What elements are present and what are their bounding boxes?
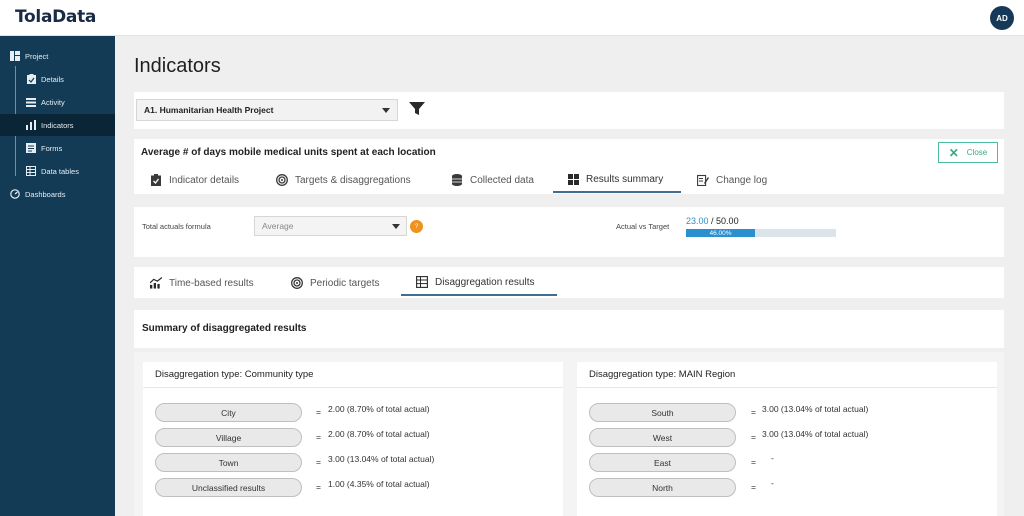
- disaggregation-label-pill: South: [589, 403, 736, 422]
- sidebar-item-label: Activity: [41, 97, 65, 107]
- top-bar: TolaData AD: [0, 0, 1024, 36]
- sidebar-item-dashboards[interactable]: Dashboards: [0, 183, 115, 205]
- actual-vs-target-label: Actual vs Target: [616, 222, 670, 231]
- tab-label: Periodic targets: [310, 277, 380, 289]
- trend-chart-icon: [150, 277, 162, 289]
- help-icon[interactable]: ?: [410, 220, 423, 233]
- form-icon: [26, 143, 36, 153]
- disaggregation-value: 2.00 (8.70% of total actual): [328, 404, 430, 414]
- disaggregation-value: 1.00 (4.35% of total actual): [328, 479, 430, 489]
- clipboard-check-icon: [150, 174, 162, 186]
- page-title: Indicators: [134, 55, 221, 77]
- tab-collected-data[interactable]: Collected data: [451, 167, 534, 193]
- table-icon: [416, 276, 428, 288]
- equals-sign: =: [751, 407, 756, 417]
- formula-label: Total actuals formula: [142, 222, 211, 231]
- disaggregation-label-pill: Town: [155, 453, 302, 472]
- bar-chart-icon: [26, 120, 36, 130]
- equals-sign: =: [751, 432, 756, 442]
- tab-label: Indicator details: [169, 174, 240, 186]
- database-icon: [451, 174, 463, 186]
- disaggregation-value: -: [771, 478, 774, 488]
- sidebar-item-data-tables[interactable]: Data tables: [0, 160, 115, 182]
- project-icon: [10, 51, 20, 61]
- disaggregation-label-pill: North: [589, 478, 736, 497]
- sidebar-item-label: Indicators: [41, 120, 74, 130]
- activity-icon: [26, 97, 36, 107]
- sidebar-item-indicators[interactable]: Indicators: [0, 114, 115, 136]
- equals-sign: =: [316, 432, 321, 442]
- disaggregation-value: 2.00 (8.70% of total actual): [328, 429, 430, 439]
- disaggregation-value: 3.00 (13.04% of total actual): [762, 404, 869, 414]
- formula-select-value: Average: [262, 221, 294, 231]
- disaggregation-type-title: Disaggregation type: MAIN Region: [589, 369, 736, 380]
- sidebar-item-label: Details: [41, 74, 64, 84]
- sidebar-item-label: Forms: [41, 143, 63, 153]
- actual-vs-target-values: 23.00 / 50.00: [686, 216, 739, 226]
- divider: [577, 387, 997, 388]
- target-icon: [276, 174, 288, 186]
- tab-results-summary[interactable]: Results summary: [553, 167, 681, 193]
- formula-select[interactable]: Average: [254, 216, 407, 236]
- close-icon: ✕: [948, 145, 959, 160]
- section-title: Summary of disaggregated results: [142, 323, 307, 334]
- progress-bar-fill: 46.00%: [686, 229, 755, 237]
- tab-time-based-results[interactable]: Time-based results: [150, 270, 254, 296]
- tab-label: Disaggregation results: [435, 276, 535, 288]
- project-select[interactable]: A1. Humanitarian Health Project: [136, 99, 398, 121]
- disaggregation-label-pill: Village: [155, 428, 302, 447]
- equals-sign: =: [316, 482, 321, 492]
- progress-percent: 46.00%: [709, 229, 732, 237]
- sidebar-item-label: Data tables: [41, 166, 79, 176]
- disaggregation-value: 3.00 (13.04% of total actual): [762, 429, 869, 439]
- equals-sign: =: [751, 482, 756, 492]
- equals-sign: =: [316, 457, 321, 467]
- actual-value: 23.00: [686, 216, 709, 226]
- grid-icon: [567, 173, 579, 185]
- tab-periodic-targets[interactable]: Periodic targets: [291, 270, 379, 296]
- tab-indicator-details[interactable]: Indicator details: [150, 167, 239, 193]
- progress-bar: 46.00%: [686, 229, 836, 237]
- tab-disaggregation-results[interactable]: Disaggregation results: [401, 270, 557, 296]
- indicator-name: Average # of days mobile medical units s…: [141, 147, 436, 158]
- sidebar-item-project[interactable]: Project: [0, 45, 115, 67]
- divider: [143, 387, 563, 388]
- disaggregation-value: 3.00 (13.04% of total actual): [328, 454, 435, 464]
- dashboard-icon: [10, 189, 20, 199]
- equals-sign: =: [316, 407, 321, 417]
- tab-label: Targets & disaggregations: [295, 174, 411, 186]
- disaggregation-label-pill: East: [589, 453, 736, 472]
- results-tabs-bar: [134, 267, 1004, 298]
- chevron-down-icon: [392, 224, 400, 229]
- tab-targets-disaggregations[interactable]: Targets & disaggregations: [276, 167, 411, 193]
- sidebar-item-label: Dashboards: [25, 189, 66, 199]
- table-icon: [26, 166, 36, 176]
- sidebar-item-activity[interactable]: Activity: [0, 91, 115, 113]
- sidebar-item-forms[interactable]: Forms: [0, 137, 115, 159]
- chevron-down-icon: [382, 108, 390, 113]
- tab-change-log[interactable]: Change log: [697, 167, 767, 193]
- sidebar-item-details[interactable]: Details: [0, 68, 115, 90]
- equals-sign: =: [751, 457, 756, 467]
- user-avatar[interactable]: AD: [990, 6, 1014, 30]
- project-select-value: A1. Humanitarian Health Project: [144, 105, 274, 115]
- tab-label: Time-based results: [169, 277, 254, 289]
- sidebar-item-label: Project: [25, 51, 49, 61]
- tab-label: Collected data: [470, 174, 534, 186]
- tab-label: Results summary: [586, 173, 664, 185]
- close-button[interactable]: ✕ Close: [938, 142, 998, 163]
- target-icon: [291, 277, 303, 289]
- disaggregation-label-pill: Unclassified results: [155, 478, 302, 497]
- edit-log-icon: [697, 174, 709, 186]
- disaggregation-type-title: Disaggregation type: Community type: [155, 369, 314, 380]
- disaggregation-label-pill: City: [155, 403, 302, 422]
- app-logo[interactable]: TolaData: [15, 7, 96, 27]
- disaggregation-value: -: [771, 453, 774, 463]
- disaggregation-label-pill: West: [589, 428, 736, 447]
- filter-icon[interactable]: [409, 102, 425, 121]
- tab-label: Change log: [716, 174, 768, 186]
- close-button-label: Close: [966, 148, 988, 157]
- clipboard-icon: [26, 74, 36, 84]
- target-value: / 50.00: [711, 216, 739, 226]
